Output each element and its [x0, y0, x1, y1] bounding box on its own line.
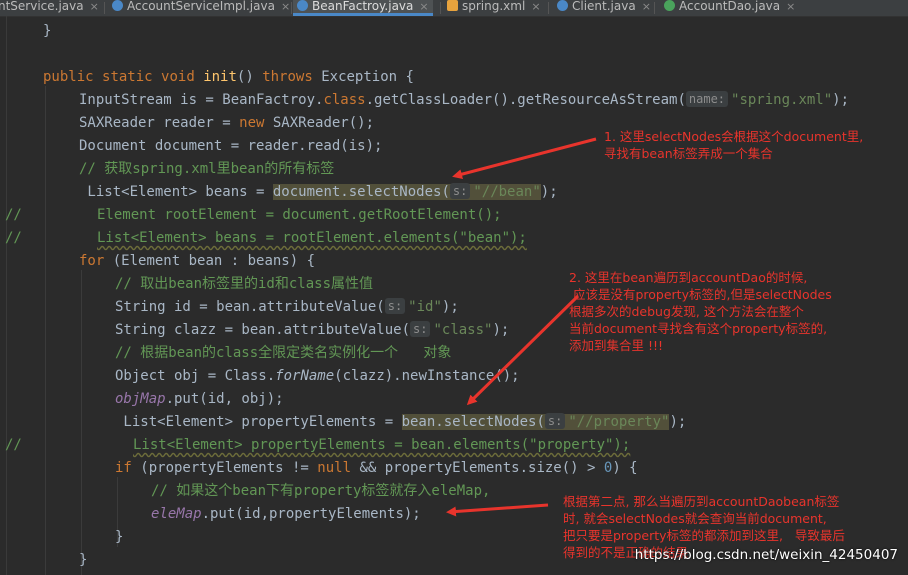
arrow-3: [446, 503, 549, 517]
arrow-1: [452, 137, 597, 180]
arrow-2: [466, 294, 580, 406]
annotation-note-1: 1. 这里selectNodes会根据这个document里, 寻找有bean标…: [604, 129, 864, 161]
annotation-note-2: 2. 这里在bean遍历到accountDao的时候, 应该是没有propert…: [569, 270, 832, 353]
watermark: https://blog.csdn.net/weixin_42450407: [634, 547, 898, 563]
